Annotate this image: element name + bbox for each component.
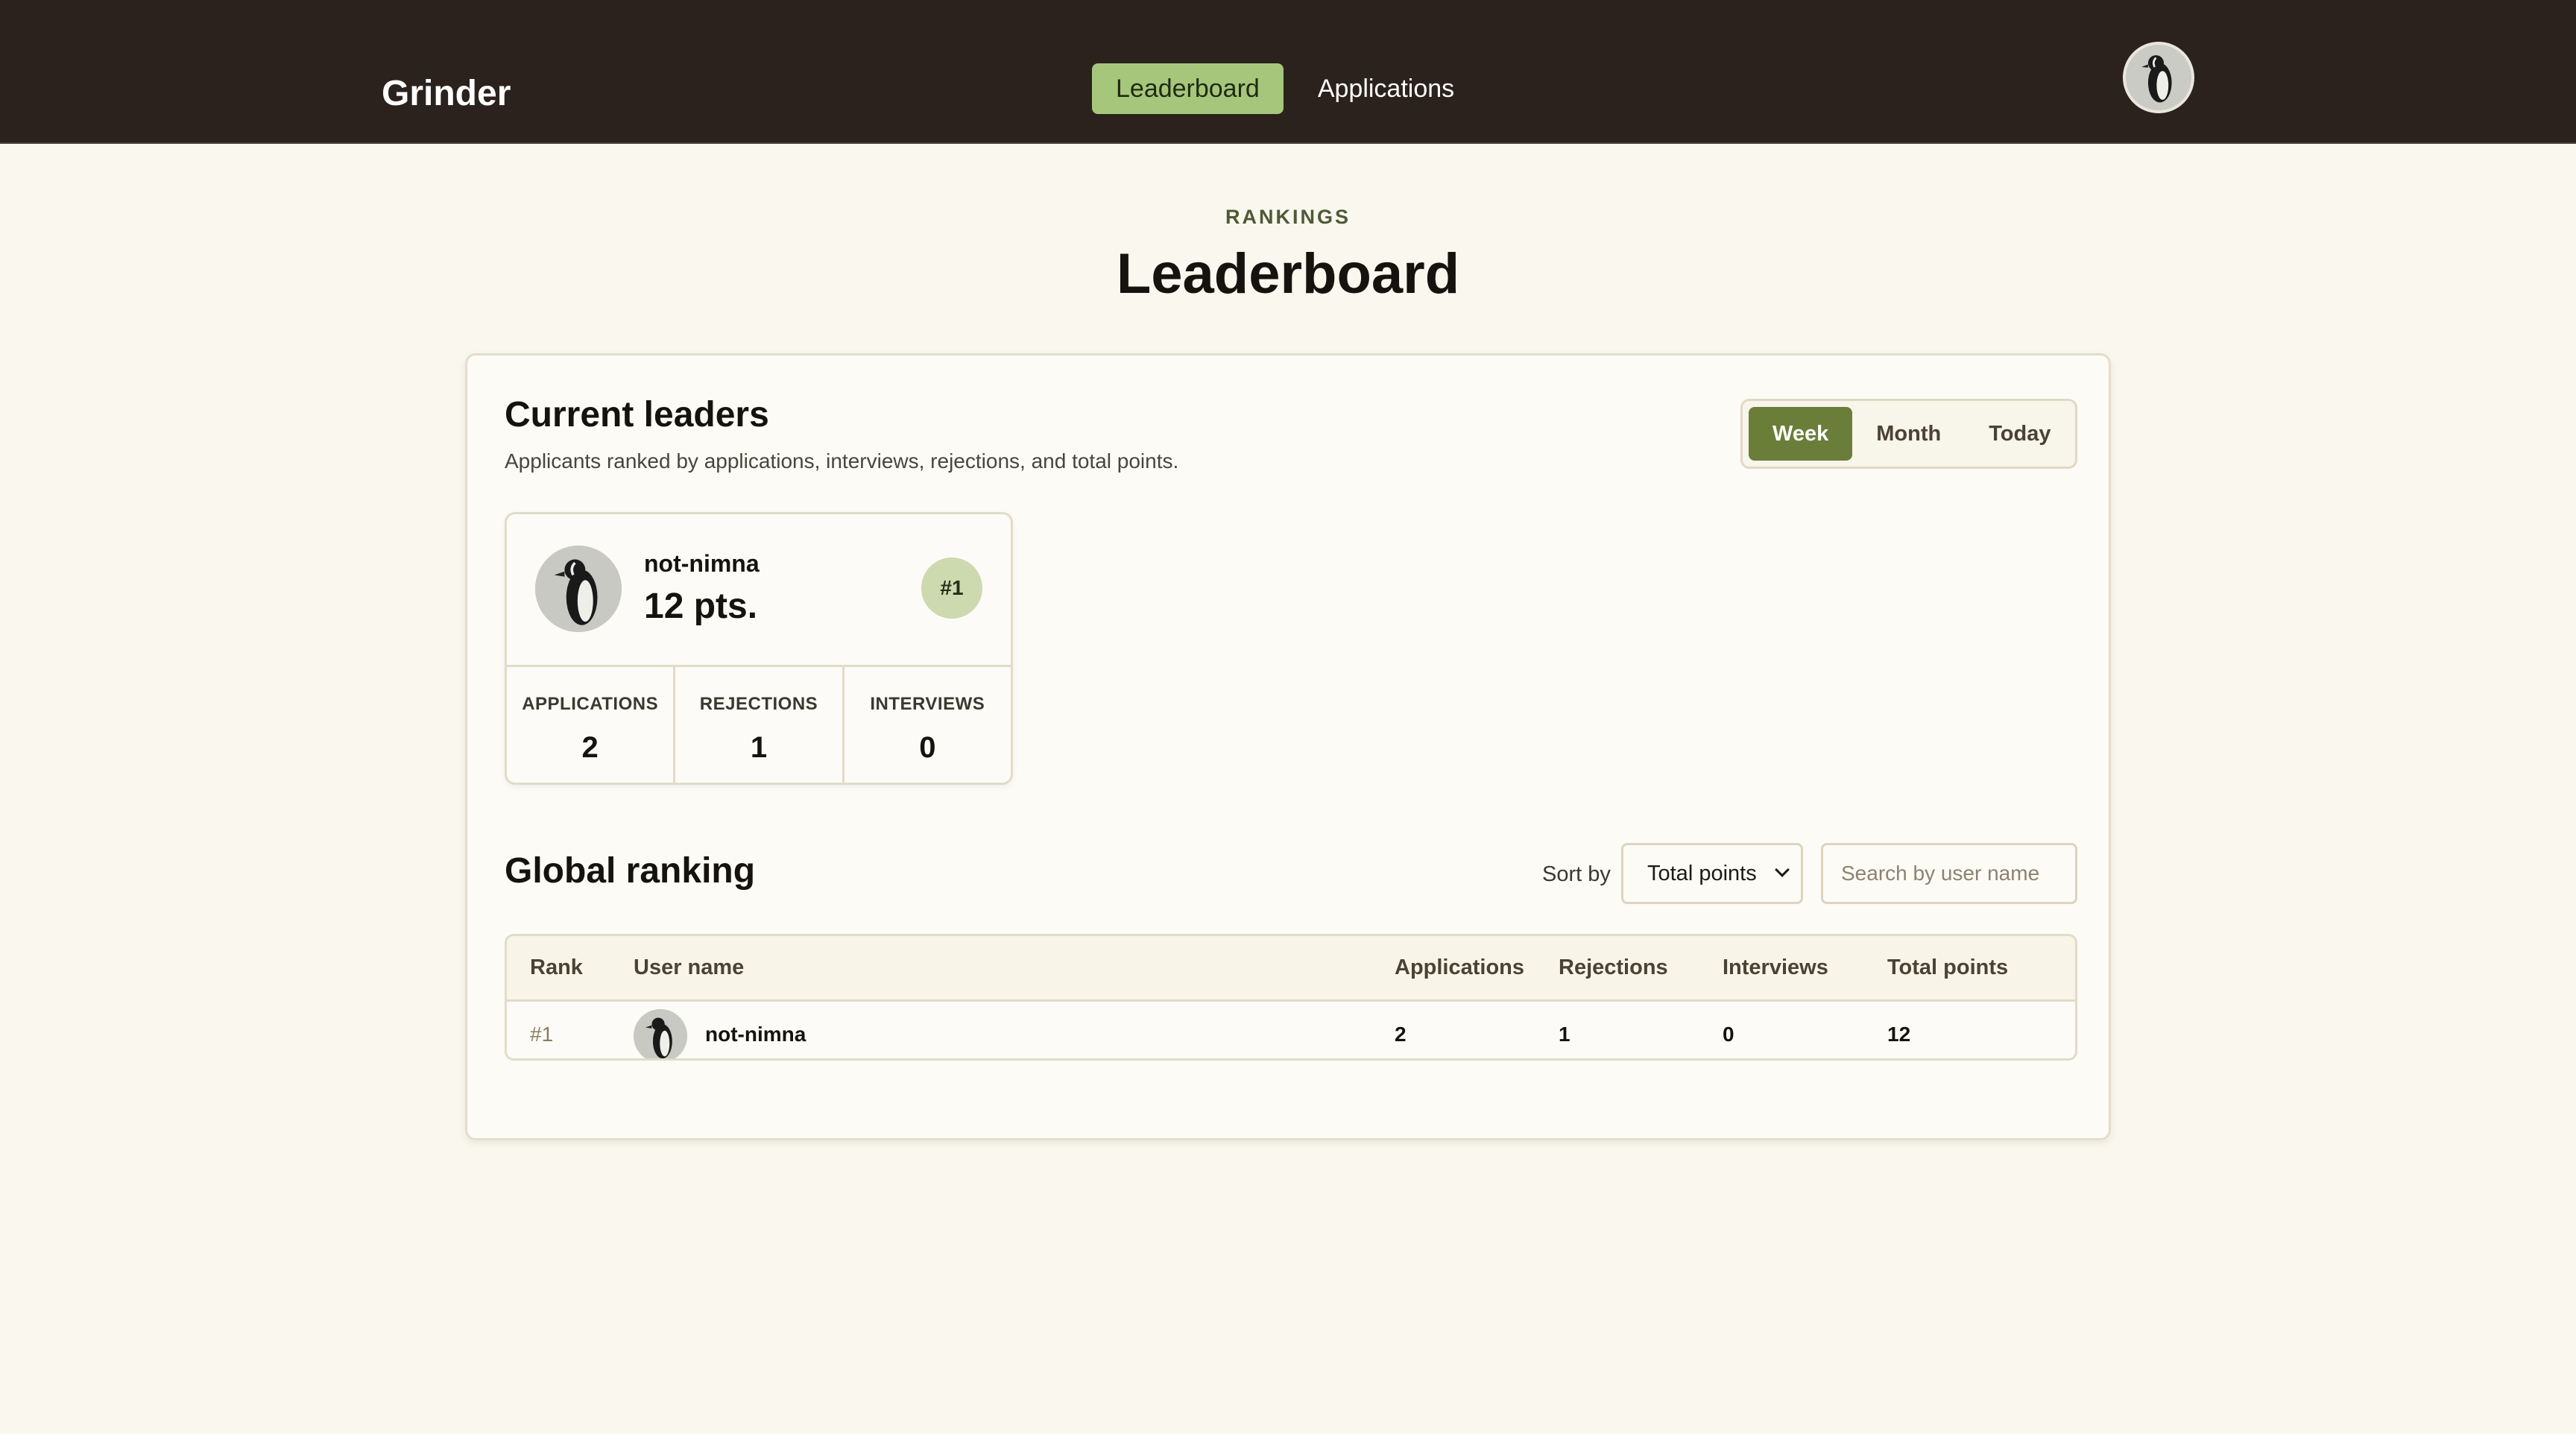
penguin-icon	[535, 546, 622, 632]
page-eyebrow: RANKINGS	[1225, 206, 1351, 228]
leader-avatar	[535, 546, 622, 632]
leaderboard-card: Current leaders Applicants ranked by app…	[465, 353, 2111, 1140]
leader-rank-badge: #1	[921, 558, 982, 619]
stat-label: INTERVIEWS	[870, 694, 985, 714]
penguin-icon	[2126, 45, 2191, 110]
ranking-table: Rank User name Applications Rejections I…	[505, 934, 2077, 1061]
row-user-name[interactable]: not-nimna	[705, 1023, 806, 1046]
sort-label: Sort by	[1542, 862, 1611, 886]
stat-interviews: INTERVIEWS 0	[845, 667, 1011, 783]
page-title: Leaderboard	[1116, 242, 1460, 306]
global-ranking-title: Global ranking	[505, 851, 756, 891]
user-avatar[interactable]	[2123, 42, 2194, 113]
stat-value: 1	[750, 731, 768, 764]
column-user-name[interactable]: User name	[634, 956, 744, 980]
column-rank[interactable]: Rank	[530, 956, 583, 980]
stat-rejections: REJECTIONS 1	[675, 667, 845, 783]
current-leaders-subtitle: Applicants ranked by applications, inter…	[505, 449, 1179, 473]
row-interviews: 0	[1723, 1023, 1734, 1046]
penguin-icon	[634, 1009, 687, 1058]
period-month-button[interactable]: Month	[1852, 407, 1965, 461]
search-input[interactable]	[1821, 843, 2077, 904]
table-header: Rank User name Applications Rejections I…	[507, 936, 2075, 1002]
chevron-down-icon	[1775, 862, 1790, 877]
row-applications: 2	[1395, 1023, 1407, 1046]
period-toggle: Week Month Today	[1740, 399, 2077, 469]
leader-stats: APPLICATIONS 2 REJECTIONS 1 INTERVIEWS 0	[507, 665, 1011, 783]
table-row[interactable]: #1 not-nimna 2 1 0 12	[507, 1002, 2075, 1058]
sort-select[interactable]: Total points	[1621, 843, 1803, 904]
row-rank: #1	[530, 1023, 554, 1046]
column-interviews[interactable]: Interviews	[1723, 956, 1828, 980]
stat-label: REJECTIONS	[699, 694, 818, 714]
nav-leaderboard[interactable]: Leaderboard	[1092, 63, 1284, 114]
stat-label: APPLICATIONS	[522, 694, 659, 714]
main-nav: Leaderboard Applications	[1092, 63, 1489, 114]
column-rejections[interactable]: Rejections	[1559, 956, 1668, 980]
leader-username: not-nimna	[644, 550, 760, 577]
period-today-button[interactable]: Today	[1965, 407, 2074, 461]
brand-logo[interactable]: Grinder	[382, 73, 511, 114]
column-applications[interactable]: Applications	[1395, 956, 1524, 980]
stat-applications: APPLICATIONS 2	[507, 667, 676, 783]
sort-select-value: Total points	[1647, 861, 1757, 885]
top-navigation: Grinder Leaderboard Applications	[0, 0, 2576, 144]
current-leaders-title: Current leaders	[505, 395, 769, 435]
stat-value: 2	[581, 731, 599, 764]
stat-value: 0	[919, 731, 936, 764]
row-avatar	[634, 1009, 687, 1058]
nav-applications[interactable]: Applications	[1294, 63, 1478, 114]
row-total-points: 12	[1887, 1023, 1911, 1046]
period-week-button[interactable]: Week	[1749, 407, 1853, 461]
leader-points: 12 pts.	[644, 587, 758, 626]
column-total-points[interactable]: Total points	[1887, 956, 2008, 980]
row-rejections: 1	[1559, 1023, 1570, 1046]
leader-card[interactable]: not-nimna 12 pts. #1 APPLICATIONS 2 REJE…	[505, 512, 1013, 785]
